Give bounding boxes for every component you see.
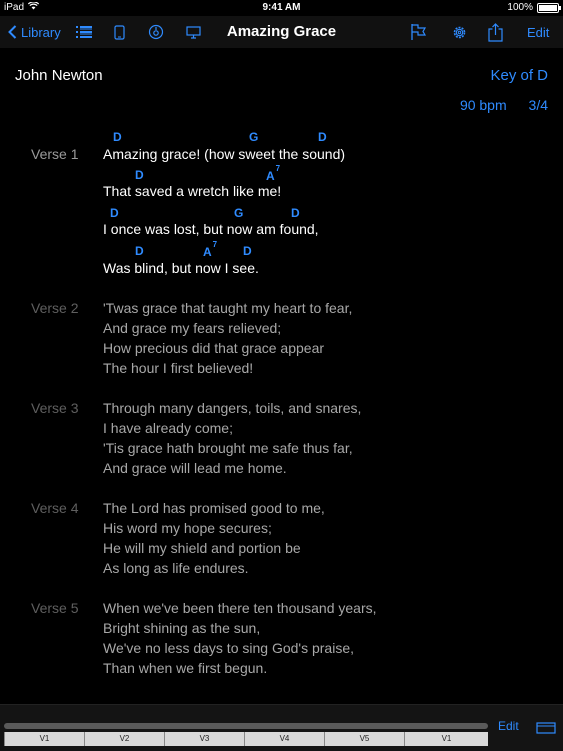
nav-bar: Library Amazing Grace Edit: [0, 16, 563, 48]
lyric-line: And grace my fears relieved;: [103, 320, 282, 336]
gear-icon: [453, 26, 466, 38]
lyric-line: Than when we first begun.: [103, 660, 268, 676]
lyric-line: Was blind, but now I see.: [103, 260, 259, 276]
chevron-left-icon: [8, 25, 17, 39]
tempo: 90 bpm: [459, 97, 507, 113]
chord-extension: 7: [212, 240, 218, 249]
section-segment-v5[interactable]: V5: [324, 732, 404, 746]
share-icon: [488, 22, 503, 42]
lyric-line: As long as life endures.: [103, 560, 249, 576]
song-meta: 90 bpm 3/4: [442, 97, 548, 113]
verse-label: Verse 1: [31, 146, 79, 162]
lyric-line: That saved a wretch like me!: [103, 183, 282, 199]
battery-icon: [537, 2, 561, 13]
display-button[interactable]: [186, 16, 201, 48]
lyric-line: The hour I first believed!: [103, 360, 254, 376]
section-segments: V1 V2 V3 V4 V5 V1: [4, 732, 488, 748]
song-author: John Newton: [15, 67, 103, 84]
time-signature: 3/4: [528, 97, 548, 113]
status-time: 9:41 AM: [262, 2, 301, 13]
lyric-line: His word my hope secures;: [103, 520, 272, 536]
verse-label: Verse 3: [31, 400, 79, 416]
chord[interactable]: A7: [266, 164, 280, 183]
lyric-line: Through many dangers, toils, and snares,: [103, 400, 362, 416]
tablet-icon: [114, 24, 125, 40]
song-key: Key of D: [490, 67, 548, 84]
share-button[interactable]: [488, 16, 503, 48]
section-segment-v2[interactable]: V2: [84, 732, 164, 746]
flag-button[interactable]: [410, 16, 427, 48]
section-segment-v1[interactable]: V1: [4, 732, 84, 746]
section-track[interactable]: [4, 723, 488, 729]
chord[interactable]: D: [243, 244, 252, 258]
verse-label: Verse 2: [31, 300, 79, 316]
list-icon: [76, 26, 92, 38]
edit-button[interactable]: Edit: [527, 16, 549, 48]
verse-label: Verse 5: [31, 600, 79, 616]
tuner-button[interactable]: [148, 16, 164, 48]
chord[interactable]: A7: [203, 240, 217, 259]
lyric-line: I have already come;: [103, 420, 233, 436]
chord[interactable]: G: [234, 206, 243, 220]
lyric-line: We've no less days to sing God's praise,: [103, 640, 354, 656]
chord[interactable]: D: [110, 206, 119, 220]
device-view-button[interactable]: [114, 16, 125, 48]
lyric-line: How precious did that grace appear: [103, 340, 325, 356]
section-segment-v3[interactable]: V3: [164, 732, 244, 746]
lyric-line: And grace will lead me home.: [103, 460, 287, 476]
section-segment-v1-repeat[interactable]: V1: [404, 732, 488, 746]
chord[interactable]: D: [135, 168, 144, 182]
chord[interactable]: D: [135, 244, 144, 258]
chord[interactable]: D: [113, 130, 122, 144]
section-segment-v4[interactable]: V4: [244, 732, 324, 746]
verse-label: Verse 4: [31, 500, 79, 516]
chord-root: A: [203, 245, 212, 259]
list-view-button[interactable]: [76, 16, 92, 48]
chord-root: A: [266, 169, 275, 183]
lyric-line: 'Tis grace hath brought me safe thus far…: [103, 440, 353, 456]
lyric-line: The Lord has promised good to me,: [103, 500, 325, 516]
section-bar: V1 V2 V3 V4 V5 V1 Edit: [0, 704, 563, 751]
chord[interactable]: D: [291, 206, 300, 220]
lyric-line: I once was lost, but now am found,: [103, 221, 319, 237]
back-label: Library: [21, 24, 61, 40]
monitor-icon: [186, 25, 201, 39]
back-button[interactable]: Library: [8, 16, 61, 48]
battery-percent: 100%: [507, 2, 533, 13]
collapse-panel-icon[interactable]: [536, 721, 556, 739]
lyric-line: He will my shield and portion be: [103, 540, 301, 556]
lyric-line: Bright shining as the sun,: [103, 620, 261, 636]
page-title: Amazing Grace: [226, 23, 337, 40]
lyric-line: 'Twas grace that taught my heart to fear…: [103, 300, 353, 316]
settings-button[interactable]: [451, 16, 468, 48]
sections-edit-button[interactable]: Edit: [498, 719, 519, 733]
flag-icon: [411, 24, 427, 40]
dial-icon: [148, 24, 164, 40]
status-bar: iPad 9:41 AM 100%: [0, 0, 563, 16]
chord[interactable]: D: [318, 130, 327, 144]
lyric-line: When we've been there ten thousand years…: [103, 600, 377, 616]
lyric-line: Amazing grace! (how sweet the sound): [103, 146, 346, 162]
chord[interactable]: G: [249, 130, 258, 144]
chord-extension: 7: [275, 164, 281, 173]
